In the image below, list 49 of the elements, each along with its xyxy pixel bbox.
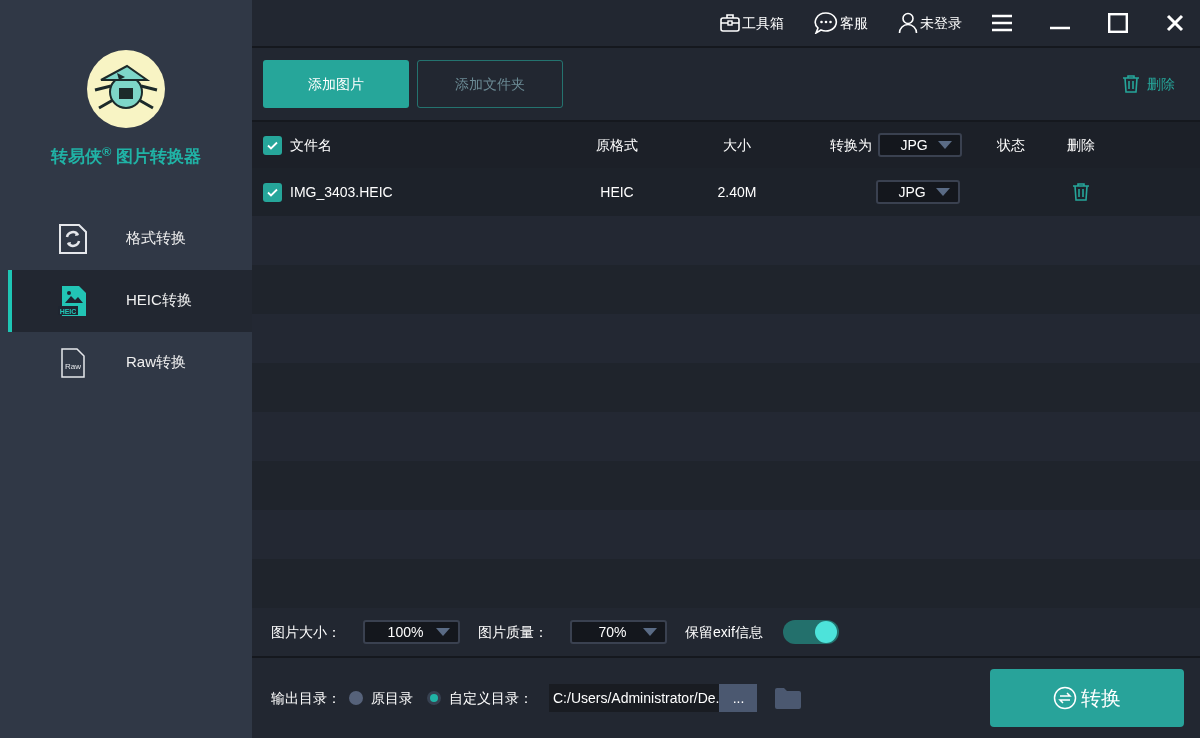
app-title: 转易侠$^{®}$ 图片转换器	[50, 144, 202, 168]
topbar-item[interactable]: 工具箱	[720, 12, 784, 34]
trash-icon	[1071, 182, 1091, 202]
caret-icon	[936, 188, 950, 196]
radio-option[interactable]: 原目录	[349, 687, 413, 709]
sidebar-item[interactable]: Raw Raw转换	[8, 331, 252, 394]
path-field[interactable]: C:/Users/Administrator/De.	[549, 684, 720, 712]
column-header: 文件名	[290, 135, 332, 155]
trash-icon	[1121, 74, 1141, 94]
close-icon[interactable]	[1166, 14, 1184, 32]
caret-icon	[938, 141, 952, 149]
option-label: 图片质量：	[478, 622, 548, 642]
table-cell-text: HEIC	[599, 182, 635, 202]
column-header: 转换为	[830, 135, 872, 155]
chat-bubble-icon	[814, 12, 838, 34]
sidebar-item[interactable]: 格式转换	[8, 207, 252, 270]
output-label: 输出目录：	[271, 688, 341, 708]
caret-icon	[643, 628, 657, 636]
browse-button[interactable]: ...	[719, 684, 758, 712]
exif-toggle[interactable]	[782, 620, 839, 644]
column-header: 状态	[996, 135, 1026, 155]
caret-icon	[436, 628, 450, 636]
option-label: 保留exif信息	[685, 622, 763, 642]
quality-dropdown[interactable]: 70%	[570, 620, 667, 644]
option-label: 图片大小：	[271, 622, 341, 642]
topbar-item[interactable]: 未登录	[898, 12, 962, 34]
table-row[interactable]: IMG_3403.HEIC HEIC 2.40M JPG	[252, 168, 1200, 216]
column-header: 原格式	[595, 135, 639, 155]
table-cell-text: 2.40M	[716, 182, 758, 202]
swap-arrows-icon	[1053, 686, 1077, 710]
add-button[interactable]: 添加文件夹	[417, 60, 563, 108]
size-dropdown[interactable]: 100%	[363, 620, 460, 644]
table-cell-text: IMG_3403.HEIC	[290, 182, 393, 202]
checkbox[interactable]	[263, 135, 282, 155]
minimize-icon[interactable]	[1050, 26, 1070, 30]
topbar-item[interactable]: 客服	[814, 12, 868, 34]
user-icon	[898, 12, 918, 34]
format-dropdown[interactable]: JPG	[876, 180, 960, 204]
checkbox[interactable]	[263, 182, 282, 202]
format-dropdown[interactable]: JPG	[878, 133, 962, 157]
column-header: 大小	[722, 135, 752, 155]
column-header: 删除	[1066, 135, 1096, 155]
maximize-icon[interactable]	[1108, 13, 1128, 33]
menu-icon[interactable]	[992, 14, 1012, 32]
delete-button[interactable]: 删除	[1121, 73, 1175, 95]
raw-file-icon: Raw	[58, 346, 88, 379]
radio-option[interactable]: 自定义目录：	[427, 687, 533, 709]
toolbox-icon	[720, 14, 740, 32]
sync-file-icon	[58, 222, 88, 255]
